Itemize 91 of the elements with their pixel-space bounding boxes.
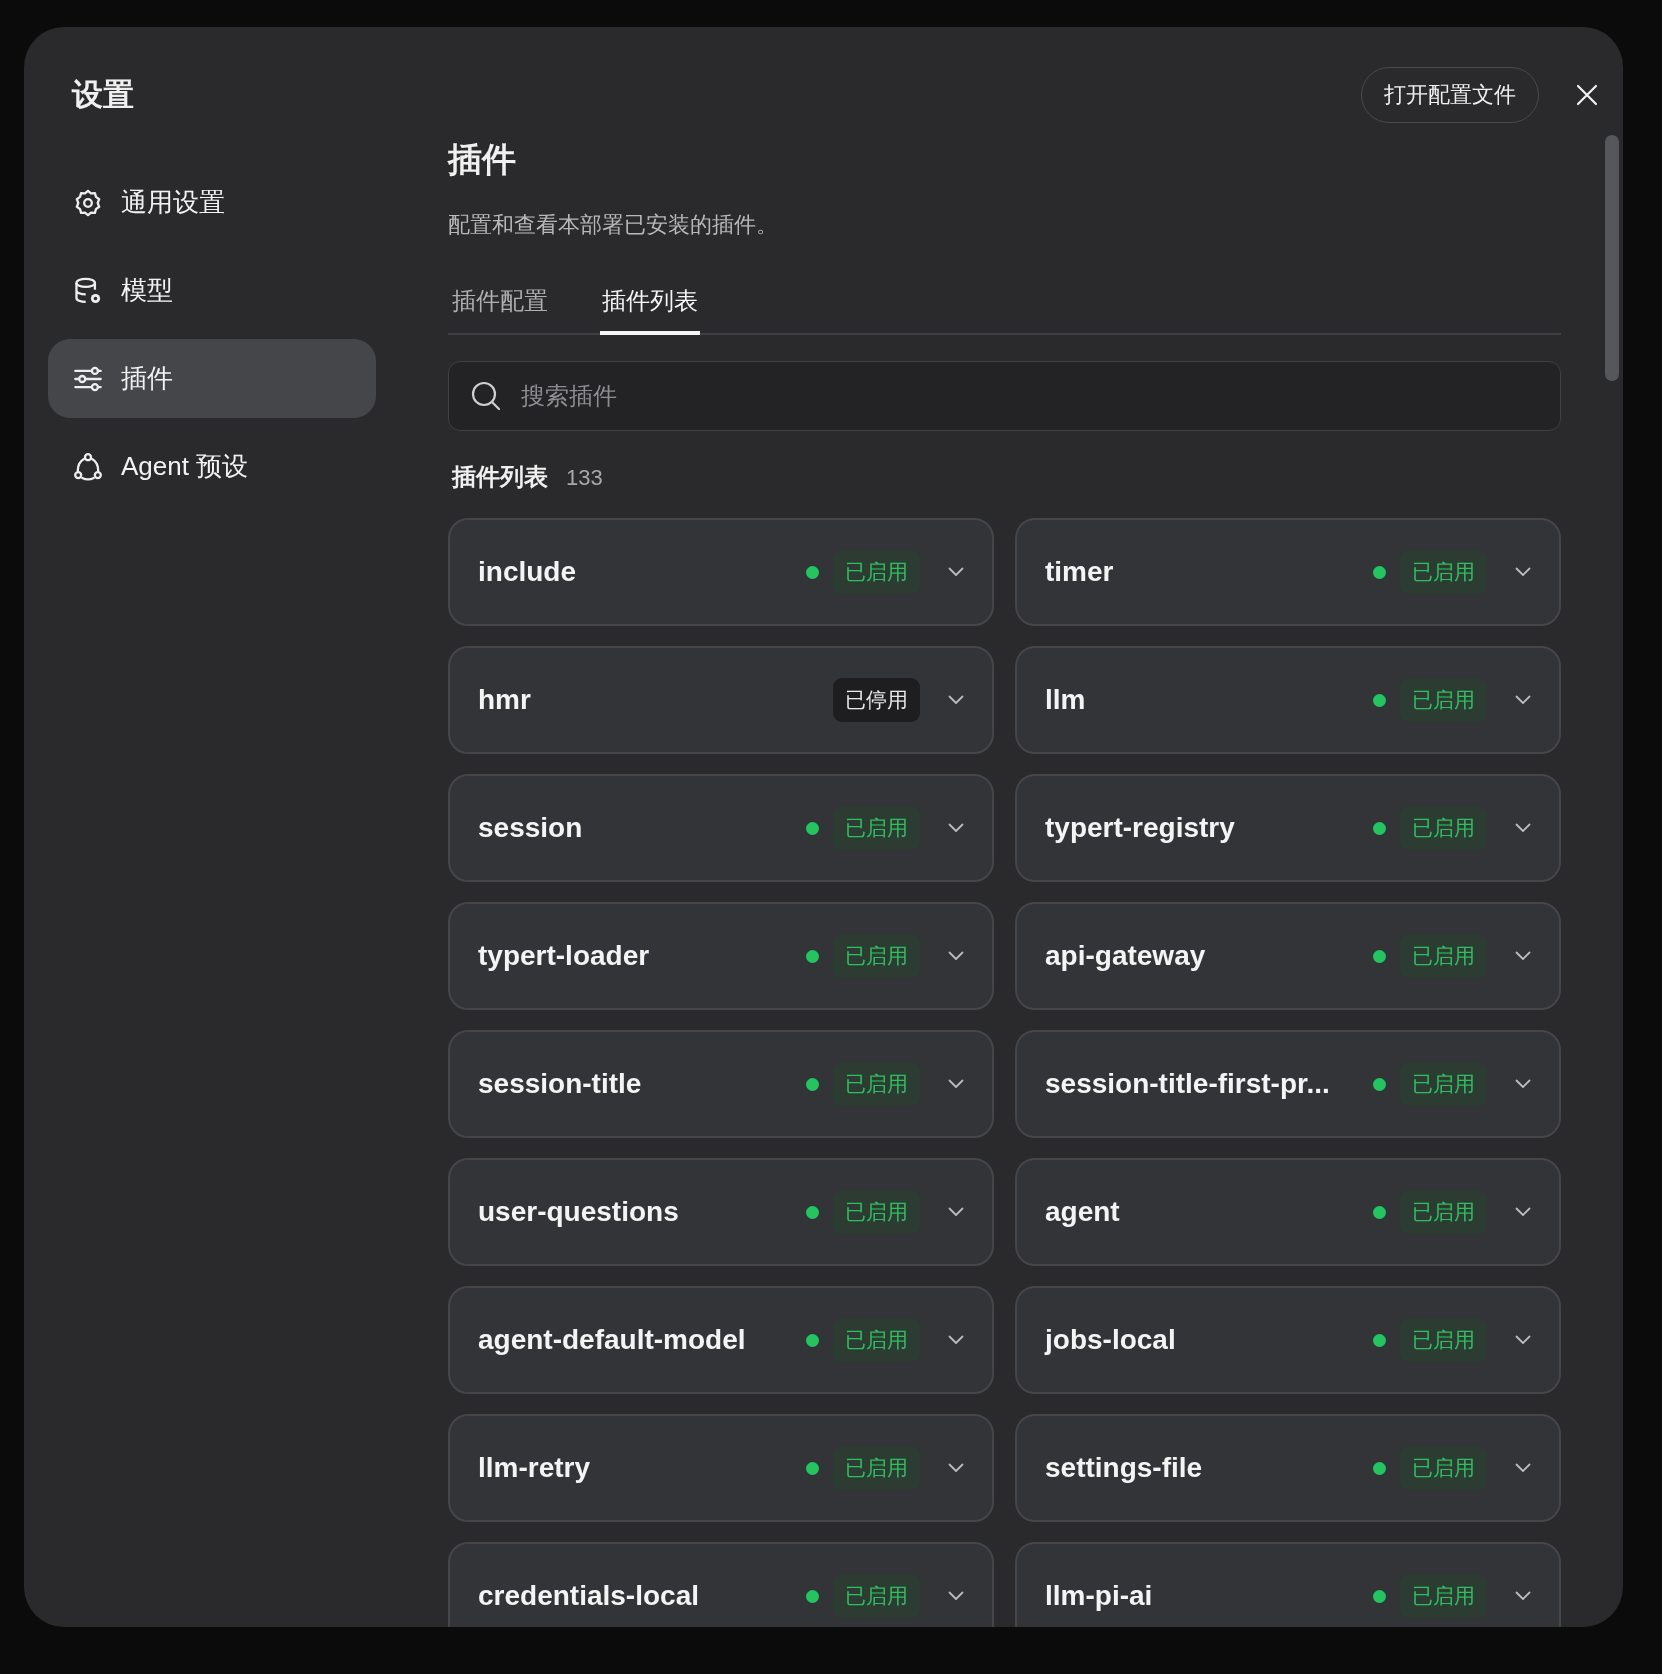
plugin-name: include [478,556,576,588]
search-icon [470,380,502,412]
plugin-name: settings-file [1045,1452,1203,1484]
status-badge: 已启用 [833,1318,920,1362]
page-title: 插件 [448,139,516,180]
plugin-name: llm-pi-ai [1045,1580,1153,1612]
chevron-down-icon[interactable] [1515,1207,1531,1217]
chevron-down-icon[interactable] [1515,823,1531,833]
plugin-card[interactable]: llm-pi-ai 已启用 [1015,1542,1561,1627]
chevron-down-icon[interactable] [948,951,964,961]
status-badge: 已启用 [833,934,920,978]
plugin-name: session [478,812,583,844]
chevron-down-icon[interactable] [1515,1463,1531,1473]
plugin-name: session-title-first-pr... [1045,1068,1330,1100]
status-badge: 已启用 [1400,678,1487,722]
sidebar-item[interactable]: 插件 [48,339,376,418]
plugin-name: typert-registry [1045,812,1235,844]
status-badge: 已启用 [833,550,920,594]
database-gear-icon [73,275,103,306]
plugin-name: hmr [478,684,531,716]
status-badge: 已启用 [833,1062,920,1106]
plugin-card[interactable]: include 已启用 [448,518,994,626]
plugin-card[interactable]: typert-registry 已启用 [1015,774,1561,882]
plugin-card[interactable]: llm-retry 已启用 [448,1414,994,1522]
plugin-card[interactable]: hmr 已停用 [448,646,994,754]
nodes-icon [73,451,103,482]
plugin-name: llm-retry [478,1452,591,1484]
plugin-card[interactable]: jobs-local 已启用 [1015,1286,1561,1394]
close-button[interactable] [1575,83,1599,107]
settings-icon [73,187,103,218]
plugin-card[interactable]: agent-default-model 已启用 [448,1286,994,1394]
plugin-card[interactable]: llm 已启用 [1015,646,1561,754]
status-badge: 已停用 [833,678,920,722]
plugin-card[interactable]: typert-loader 已启用 [448,902,994,1010]
plugin-name: credentials-local [478,1580,699,1612]
chevron-down-icon[interactable] [1515,951,1531,961]
plugin-card[interactable]: settings-file 已启用 [1015,1414,1561,1522]
status-badge: 已启用 [833,1446,920,1490]
chevron-down-icon[interactable] [1515,695,1531,705]
sidebar-item[interactable]: 通用设置 [48,163,376,242]
plugin-name: typert-loader [478,940,650,972]
status-badge: 已启用 [1400,550,1487,594]
plugin-card[interactable]: timer 已启用 [1015,518,1561,626]
chevron-down-icon[interactable] [1515,567,1531,577]
plugin-card[interactable]: agent 已启用 [1015,1158,1561,1266]
status-badge: 已启用 [1400,1446,1487,1490]
plugin-name: timer [1045,556,1114,588]
tab[interactable]: 插件列表 [600,281,700,335]
chevron-down-icon[interactable] [1515,1079,1531,1089]
plugin-card[interactable]: session-title 已启用 [448,1030,994,1138]
status-badge: 已启用 [1400,1318,1487,1362]
chevron-down-icon[interactable] [948,823,964,833]
plugin-card[interactable]: credentials-local 已启用 [448,1542,994,1627]
plugin-name: agent-default-model [478,1324,746,1356]
plugin-card[interactable]: api-gateway 已启用 [1015,902,1561,1010]
plugin-name: api-gateway [1045,940,1206,972]
chevron-down-icon[interactable] [948,567,964,577]
dialog-title: 设置 [70,76,135,114]
tab[interactable]: 插件配置 [450,281,550,335]
status-badge: 已启用 [833,1574,920,1618]
plugin-name: agent [1045,1196,1120,1228]
chevron-down-icon[interactable] [948,695,964,705]
status-badge: 已启用 [1400,1190,1487,1234]
close-icon [1575,83,1599,107]
chevron-down-icon[interactable] [1515,1335,1531,1345]
chevron-down-icon[interactable] [948,1207,964,1217]
status-badge: 已启用 [833,1190,920,1234]
status-badge: 已启用 [833,806,920,850]
status-badge: 已启用 [1400,1062,1487,1106]
status-badge: 已启用 [1400,1574,1487,1618]
chevron-down-icon[interactable] [948,1591,964,1601]
plugin-name: llm [1045,684,1086,716]
chevron-down-icon[interactable] [1515,1591,1531,1601]
plugin-name: jobs-local [1045,1324,1176,1356]
sidebar-item[interactable]: 模型 [48,251,376,330]
plugin-card[interactable]: session 已启用 [448,774,994,882]
page-description: 配置和查看本部署已安装的插件。 [448,211,779,239]
search-field[interactable]: 搜索插件 [448,361,1561,431]
plugin-name: session-title [478,1068,642,1100]
chevron-down-icon[interactable] [948,1463,964,1473]
chevron-down-icon[interactable] [948,1335,964,1345]
plugin-card[interactable]: user-questions 已启用 [448,1158,994,1266]
plugin-card[interactable]: session-title-first-pr... 已启用 [1015,1030,1561,1138]
plugin-name: user-questions [478,1196,679,1228]
status-badge: 已启用 [1400,934,1487,978]
list-heading: 插件列表 [452,462,548,492]
scrollbar[interactable] [1605,135,1619,381]
status-badge: 已启用 [1400,806,1487,850]
chevron-down-icon[interactable] [948,1079,964,1089]
plugin-count: 133 [566,465,603,491]
sidebar-item[interactable]: Agent 预设 [48,427,376,506]
